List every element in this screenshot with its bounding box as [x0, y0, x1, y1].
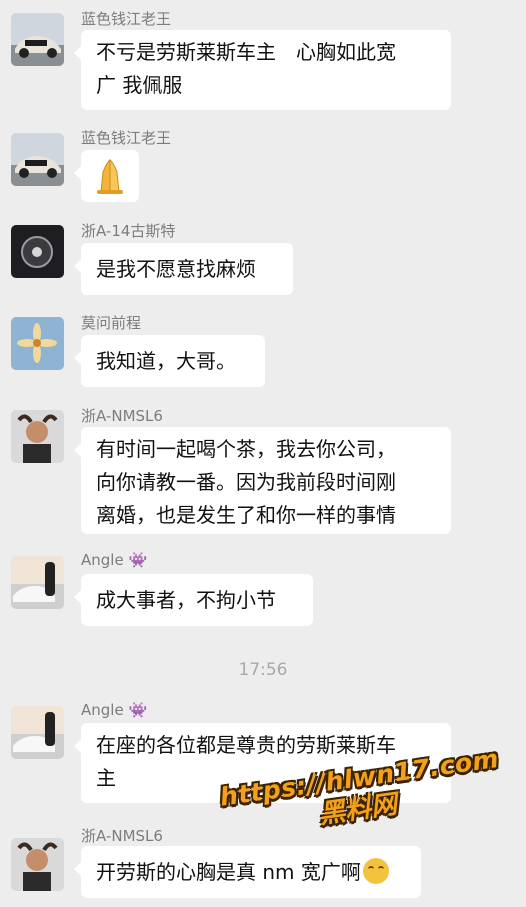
message-line: 不亏是劳斯莱斯车主 心胸如此宽	[96, 40, 396, 64]
message-line: 离婚，也是发生了和你一样的事情	[96, 503, 396, 527]
message-line: 是我不愿意找麻烦	[96, 257, 256, 281]
avatar[interactable]	[11, 706, 64, 759]
avatar[interactable]	[11, 13, 64, 66]
sender-name: 浙A-NMSL6	[81, 407, 163, 425]
message-bubble[interactable]: 开劳斯的心胸是真 nm 宽广啊	[74, 846, 421, 898]
sender-name: 莫问前程	[81, 314, 142, 332]
folded-hands-icon	[97, 159, 123, 194]
message-line: 向你请教一番。因为我前段时间刚	[96, 470, 396, 494]
message-line: 广 我佩服	[96, 73, 183, 97]
sender-name: 浙A-NMSL6	[81, 827, 163, 845]
message-line: 有时间一起喝个茶，我去你公司，	[96, 437, 396, 461]
emoji-bubble[interactable]	[74, 150, 139, 202]
avatar[interactable]	[11, 556, 64, 609]
avatar[interactable]	[11, 225, 64, 278]
message-line: 主	[96, 766, 116, 790]
sender-name: 蓝色钱江老王	[81, 10, 172, 28]
message-bubble[interactable]: 不亏是劳斯莱斯车主 心胸如此宽 广 我佩服	[74, 30, 451, 110]
message-line: 成大事者，不拘小节	[96, 588, 276, 612]
avatar[interactable]	[11, 317, 64, 370]
chat-timestamp: 17:56	[238, 660, 288, 680]
message-line: 开劳斯的心胸是真 nm 宽广啊	[96, 852, 407, 892]
message-line: 我知道，大哥。	[96, 349, 236, 373]
message-bubble[interactable]: 有时间一起喝个茶，我去你公司， 向你请教一番。因为我前段时间刚 离婚，也是发生了…	[74, 427, 451, 534]
sender-name: Angle 👾	[81, 701, 148, 719]
avatar[interactable]	[11, 838, 64, 891]
avatar[interactable]	[11, 410, 64, 463]
avatar[interactable]	[11, 133, 64, 186]
message-text: 开劳斯的心胸是真 nm 宽广啊	[96, 860, 361, 884]
message-bubble[interactable]: 我知道，大哥。	[74, 335, 265, 387]
message-line: 在座的各位都是尊贵的劳斯莱斯车	[96, 733, 396, 757]
message-bubble[interactable]: 是我不愿意找麻烦	[74, 243, 293, 295]
sender-name: Angle 👾	[81, 551, 148, 569]
sender-name: 浙A-14古斯特	[81, 222, 176, 240]
message-bubble[interactable]: 成大事者，不拘小节	[74, 574, 313, 626]
grinning-sweat-icon	[362, 858, 389, 884]
message-bubble[interactable]: 在座的各位都是尊贵的劳斯莱斯车 主	[74, 723, 451, 803]
sender-name: 蓝色钱江老王	[81, 129, 172, 147]
